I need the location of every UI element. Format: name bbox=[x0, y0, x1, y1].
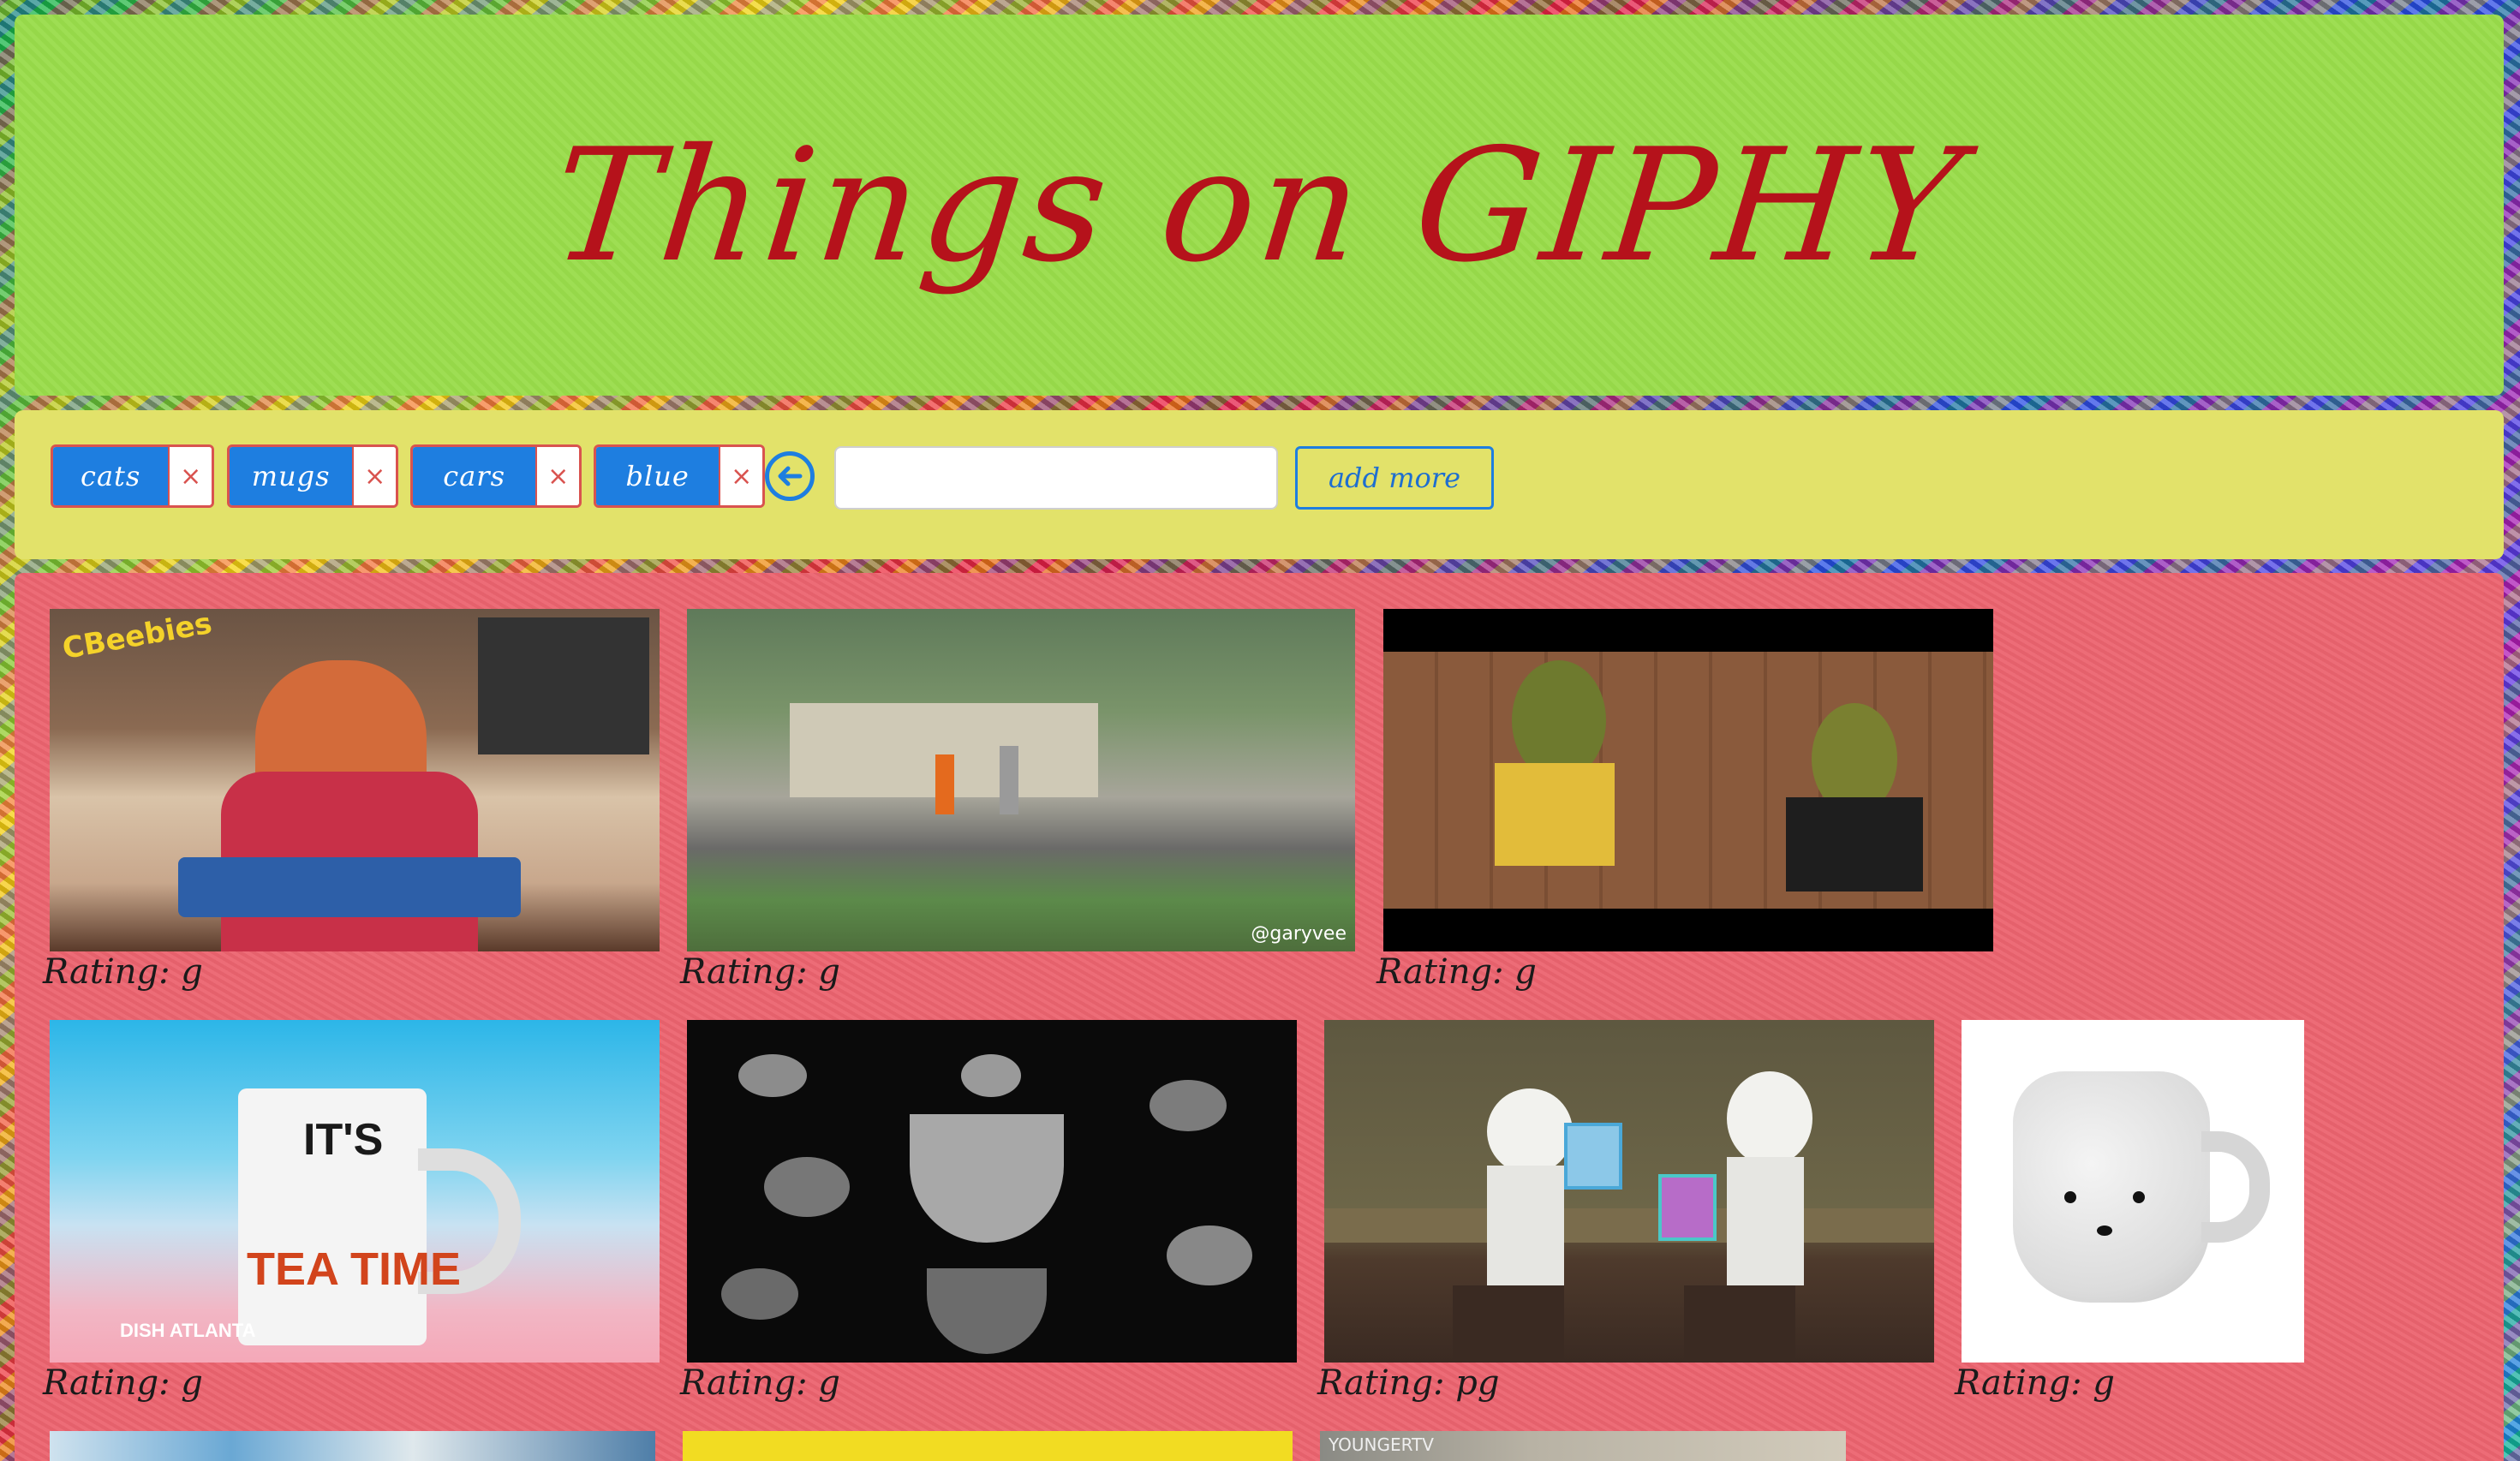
tag-mugs-remove-button[interactable]: × bbox=[352, 447, 396, 505]
gif-rating: Rating: g bbox=[680, 952, 840, 992]
gif-item[interactable] bbox=[683, 1431, 1293, 1461]
gif-item[interactable]: YOUNGERTV bbox=[1320, 1431, 1846, 1461]
gif-item[interactable] bbox=[1324, 1020, 1934, 1363]
mug-text: IT'S bbox=[303, 1115, 384, 1165]
gif-item[interactable] bbox=[687, 1020, 1297, 1363]
mug-text: TEA TIME bbox=[247, 1243, 461, 1295]
gif-item[interactable] bbox=[1962, 1020, 2304, 1363]
gif-watermark: YOUNGERTV bbox=[1329, 1434, 1434, 1455]
tag-cats-label[interactable]: cats bbox=[53, 447, 169, 505]
gif-item[interactable] bbox=[50, 1431, 655, 1461]
tag-mugs-label[interactable]: mugs bbox=[230, 447, 353, 505]
tag-toolbar: cats × mugs × cars × blue × add more bbox=[15, 410, 2504, 559]
gif-rating: Rating: g bbox=[1955, 1363, 2115, 1403]
tag-mugs: mugs × bbox=[227, 444, 398, 508]
tag-blue: blue × bbox=[594, 444, 765, 508]
tag-cats: cats × bbox=[51, 444, 214, 508]
tag-cars-remove-button[interactable]: × bbox=[535, 447, 579, 505]
tag-cars-label[interactable]: cars bbox=[413, 447, 536, 505]
gif-gallery: CBeebies Rating: g @garyvee Rating: g Ra… bbox=[15, 573, 2504, 1461]
gif-item[interactable] bbox=[1383, 609, 1993, 951]
page-header: Things on GIPHY bbox=[15, 15, 2504, 396]
gif-item[interactable]: IT'S TEA TIME DISH ATLANTA bbox=[50, 1020, 660, 1363]
tag-blue-label[interactable]: blue bbox=[596, 447, 720, 505]
gif-rating: Rating: g bbox=[43, 952, 203, 992]
new-tag-input[interactable] bbox=[834, 446, 1278, 510]
page-title: Things on GIPHY bbox=[545, 114, 1974, 296]
tag-cats-remove-button[interactable]: × bbox=[168, 447, 212, 505]
gif-rating: Rating: g bbox=[680, 1363, 840, 1403]
gif-item[interactable]: CBeebies bbox=[50, 609, 660, 951]
tag-blue-remove-button[interactable]: × bbox=[719, 447, 762, 505]
arrow-left-circle-icon bbox=[778, 466, 803, 486]
tag-cars: cars × bbox=[410, 444, 582, 508]
gif-watermark: @garyvee bbox=[1251, 923, 1347, 945]
gif-rating: Rating: g bbox=[43, 1363, 203, 1403]
gif-rating: Rating: g bbox=[1376, 952, 1537, 992]
back-button[interactable] bbox=[765, 451, 815, 501]
gif-watermark: DISH ATLANTA bbox=[120, 1320, 256, 1341]
add-more-button[interactable]: add more bbox=[1295, 446, 1494, 510]
gif-item[interactable]: @garyvee bbox=[687, 609, 1355, 951]
gif-rating: Rating: pg bbox=[1317, 1363, 1500, 1403]
